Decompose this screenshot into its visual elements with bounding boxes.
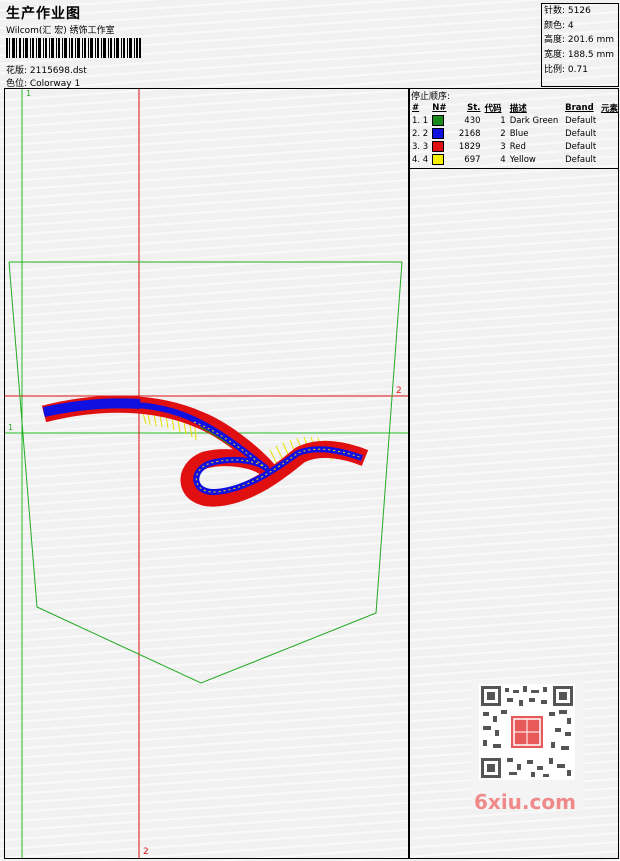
red-vertical-guide-label: 2 — [143, 847, 149, 857]
worksheet: 生产作业图 Wilcom(汇 宏) 绣饰工作室 花版: 2115698.dst … — [0, 0, 620, 861]
red-horizontal-guide-label: 2 — [396, 386, 402, 396]
qr-code-icon — [479, 684, 575, 780]
green-horizontal-guide-label: 1 — [8, 423, 14, 432]
pocket-outline — [8, 261, 403, 684]
green-vertical-guide-label: 1 — [26, 89, 32, 98]
site-watermark: 6xiu.com — [474, 790, 576, 814]
